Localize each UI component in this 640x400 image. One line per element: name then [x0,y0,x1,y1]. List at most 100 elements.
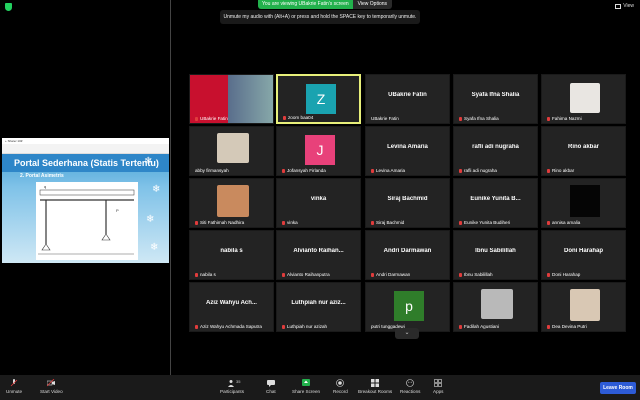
slide-title: Portal Sederhana (Statis Tertentu) [14,158,159,168]
participant-name: Doni Harahap [547,272,580,277]
muted-mic-icon [459,272,462,277]
frame-drawing: q P [38,184,135,255]
participant-tile[interactable]: nabila s nabila s [189,230,274,280]
participant-tile[interactable]: vinka vinka [276,178,361,228]
muted-mic-icon [282,324,285,329]
participant-name: Fadilah Agustiani [459,324,499,329]
participant-name: Luthpiah nur azizah [282,324,327,329]
participant-name: Fahima Nazmi [547,116,582,121]
share-screen-label: Share Screen [292,389,321,394]
participant-tile[interactable]: Alvianto Raihan... Alvianto Raihanputra [276,230,361,280]
participant-tile[interactable]: Luthpiah nur aziz... Luthpiah nur azizah [276,282,361,332]
panel-divider[interactable] [170,0,171,375]
participant-name: abby firmansyah [195,168,229,173]
participant-photo [570,289,600,321]
participant-tile[interactable]: p putri tunggadewi [365,282,450,332]
muted-microphone-icon [10,379,18,387]
leave-room-button[interactable]: Leave Room [600,382,636,394]
view-button[interactable]: View [615,3,634,9]
video-off-icon [47,379,56,387]
participant-tile[interactable]: Levina Amaria Levina Amaria [365,126,450,176]
participants-icon [228,380,234,387]
participant-tile-active-speaker[interactable]: Z zoom baa04 [276,74,361,124]
participant-tile[interactable]: Siraj Bachmid Siraj Bachmid [365,178,450,228]
svg-text:q: q [44,184,46,189]
muted-mic-icon [195,116,198,121]
participant-tile[interactable]: Aziz Wahyu Ach... Aziz Wahyu Achmada Sap… [189,282,274,332]
snowflake-icon: ❄ [150,242,159,253]
participant-tile[interactable]: Ibnu Sabilillah Ibnu Sabilillah [453,230,538,280]
participant-display-name: rafli adi nugraha [472,144,519,150]
apps-button[interactable]: Apps [433,379,443,394]
participant-tile[interactable]: Dea Devina Putri [541,282,626,332]
participant-tile[interactable]: UBakrie Fatin [189,74,274,124]
participant-display-name: Eunike Yunita B... [470,196,521,202]
participant-tile[interactable]: Eunike Yunita B... Eunike Yunita Budiher… [453,178,538,228]
participant-name: Rino akbar [547,168,574,173]
participant-tile[interactable]: Fadilah Agustiani [453,282,538,332]
chat-icon [266,380,275,387]
participant-tile[interactable]: abby firmansyah [189,126,274,176]
participant-tile[interactable]: rafli adi nugraha rafli adi nugraha [453,126,538,176]
muted-mic-icon [371,220,374,225]
breakout-rooms-icon [371,379,380,387]
breakout-rooms-button[interactable]: Breakout Rooms [358,379,392,394]
muted-mic-icon [282,220,285,225]
muted-mic-icon [195,272,198,277]
muted-mic-icon [371,168,374,173]
snowflake-icon: ❄ [146,214,155,225]
unmute-button[interactable]: Unmute [6,379,22,394]
participant-name: nabila s [195,272,216,277]
participant-tile[interactable]: UBakrie Fatin UBakrie Fatin [365,74,450,124]
participant-name: annisa amalia [547,220,580,225]
participant-name: UBakrie Fatin [371,116,399,121]
apps-label: Apps [433,389,444,394]
shared-screen-panel[interactable]: + Sharer 10# Portal Sederhana (Statis Te… [2,138,169,263]
participant-tile[interactable]: Doni Harahap Doni Harahap [541,230,626,280]
participant-avatar: Z [306,84,336,114]
participant-tile[interactable]: annisa amalia [541,178,626,228]
participant-display-name: Alvianto Raihan... [293,248,344,254]
chat-button[interactable]: Chat [266,379,276,394]
snowflake-icon: ❄ [144,156,153,167]
view-options-button[interactable]: View Options [352,0,393,9]
start-video-label: Start Video [40,389,63,394]
record-button[interactable]: Record [333,379,348,394]
muted-mic-icon [195,324,198,329]
participant-display-name: Levina Amaria [387,144,428,150]
participant-tile[interactable]: Syafa Ifna Shalia Syafa Ifna Shalia [453,74,538,124]
reactions-label: Reactions [400,389,421,394]
participant-name: Eunike Yunita Budiheri [459,220,510,225]
participant-tile[interactable]: Siti Fathimah Nadhira [189,178,274,228]
start-video-button[interactable]: Start Video [40,379,63,394]
participant-tile[interactable]: Rino akbar Rino akbar [541,126,626,176]
participant-avatar: p [394,291,424,321]
viewing-pill: You are viewing UBakrie Fatin's screen V… [258,0,393,9]
reactions-button[interactable]: Reactions [400,379,420,394]
participant-tile[interactable]: Fahima Nazmi [541,74,626,124]
participant-photo [570,185,600,217]
record-icon [336,379,345,387]
share-screen-button[interactable]: Share Screen [292,379,320,394]
participant-display-name: Rino akbar [567,144,599,150]
participant-display-name: Doni Harahap [563,248,603,254]
participant-display-name: Syafa Ifna Shalia [471,92,520,98]
participant-display-name: Luthpiah nur aziz... [291,300,346,306]
participant-name: Alvianto Raihanputra [282,272,330,277]
participant-tile[interactable]: J Jofansyah Firlanda [276,126,361,176]
participant-display-name: Aziz Wahyu Ach... [206,300,257,306]
participant-display-name: Siraj Bachmid [387,196,428,202]
muted-mic-icon [283,115,286,120]
unmute-tooltip: Unmute my audio with (Alt+A) or press an… [220,10,420,24]
security-shield-icon[interactable] [5,3,12,11]
next-page-chevron-icon[interactable]: ⌄ [395,328,419,339]
participant-tile[interactable]: Andri Darmawan Andri Darmawan [365,230,450,280]
participant-photo [481,289,513,319]
muted-mic-icon [282,168,285,173]
muted-mic-icon [547,168,550,173]
muted-mic-icon [547,220,550,225]
annotation-toolbar [2,144,169,154]
reactions-icon [406,379,415,387]
participant-display-name: UBakrie Fatin [388,92,427,98]
gallery-view-icon [615,3,622,9]
